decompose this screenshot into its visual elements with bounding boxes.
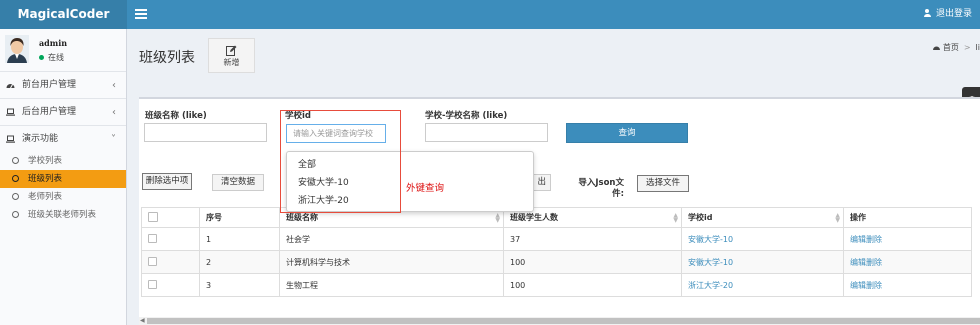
logout-label: 退出登录 xyxy=(935,9,972,19)
sidebar-subitem-label: 班级列表 xyxy=(28,174,63,184)
select-all-cell xyxy=(141,207,200,228)
cell-school-link[interactable]: 安徽大学-10 xyxy=(681,250,844,274)
cell-edit-delete-links[interactable]: 编辑删除 xyxy=(843,250,972,274)
user-status: 在线 xyxy=(39,52,64,63)
sidebar-subitem-class-teacher-list[interactable]: 班级关联老师列表 xyxy=(0,206,126,224)
logout-link[interactable]: 退出登录 xyxy=(923,0,972,29)
sidebar-subitem-class-list[interactable]: 班级列表 xyxy=(0,170,126,188)
sort-icon: ▲ ▼ xyxy=(495,212,500,224)
dropdown-option-zhejiang[interactable]: 浙江大学-20 xyxy=(287,192,533,210)
query-button[interactable]: 查询 xyxy=(566,123,688,143)
sidebar-subitem-label: 班级关联老师列表 xyxy=(28,210,97,220)
add-button-label: 新增 xyxy=(223,58,240,67)
column-header-school-id[interactable]: 学校id ▲ ▼ xyxy=(681,207,844,228)
class-list-box: 班级名称 (like) 学校id 请输入关键词查询学校 学校-学校名称 (lik… xyxy=(139,97,980,325)
cell-edit-delete-links[interactable]: 编辑删除 xyxy=(843,227,972,251)
clear-data-button[interactable]: 清空数据 xyxy=(212,174,264,191)
scrollbar-thumb[interactable] xyxy=(147,318,980,324)
column-header-actions: 操作 xyxy=(843,207,972,228)
select-all-checkbox[interactable] xyxy=(148,211,158,222)
sidebar-item-frontend-users[interactable]: 前台用户管理 ‹ xyxy=(0,71,126,98)
delete-selected-button[interactable]: 删除选中项 xyxy=(142,173,192,190)
cell-class-name: 计算机科学与技术 xyxy=(279,250,504,274)
chevron-left-icon: ‹ xyxy=(112,80,116,91)
dashboard-icon xyxy=(932,46,940,50)
user-panel: admin 在线 xyxy=(0,29,126,71)
sidebar-item-label: 后台用户管理 xyxy=(22,107,77,117)
hamburger-menu-icon[interactable] xyxy=(135,9,147,19)
class-name-filter-label: 班级名称 (like) xyxy=(145,111,207,121)
column-header-index[interactable]: 序号 xyxy=(199,207,280,228)
scroll-left-arrow-icon[interactable]: ◀ xyxy=(140,318,145,324)
row-checkbox[interactable] xyxy=(148,233,157,243)
circle-icon xyxy=(12,211,19,218)
circle-icon xyxy=(12,157,19,164)
sidebar-subitem-teacher-list[interactable]: 老师列表 xyxy=(0,188,126,206)
user-name: admin xyxy=(39,38,68,48)
sort-icon: ▲ ▼ xyxy=(835,212,840,224)
user-icon xyxy=(923,9,931,17)
cell-index: 2 xyxy=(199,250,280,274)
horizontal-scrollbar[interactable]: ◀ xyxy=(139,317,980,325)
cell-student-count: 100 xyxy=(503,273,682,297)
avatar xyxy=(5,35,29,63)
breadcrumb-home[interactable]: 首页 xyxy=(943,43,959,52)
breadcrumb-current: li xyxy=(975,43,980,52)
circle-icon xyxy=(12,175,19,182)
foreign-key-query-annotation: 外键查询 xyxy=(406,183,445,194)
sidebar-item-label: 演示功能 xyxy=(22,134,59,144)
cell-class-name: 生物工程 xyxy=(279,273,504,297)
circle-icon xyxy=(12,193,19,200)
table-row: 2 计算机科学与技术 100 安徽大学-10 编辑删除 xyxy=(141,250,972,274)
sidebar: admin 在线 前台用户管理 ‹ 后台用户管理 ‹ 演示功能 ˅ 学校列表 班… xyxy=(0,29,127,325)
school-id-filter-label: 学校id xyxy=(285,111,311,121)
sidebar-subitem-label: 老师列表 xyxy=(28,192,63,202)
online-dot-icon xyxy=(39,55,44,60)
class-name-input[interactable] xyxy=(144,123,267,142)
cell-student-count: 100 xyxy=(503,250,682,274)
page-title: 班级列表 xyxy=(139,50,195,66)
school-name-filter-label: 学校-学校名称 (like) xyxy=(425,111,508,121)
table-row: 1 社会学 37 安徽大学-10 编辑删除 xyxy=(141,227,972,251)
laptop-icon xyxy=(6,135,15,143)
cell-index: 1 xyxy=(199,227,280,251)
sidebar-subitem-label: 学校列表 xyxy=(28,156,63,166)
dropdown-option-all[interactable]: 全部 xyxy=(287,156,533,174)
add-button[interactable]: 新增 xyxy=(208,38,255,73)
cell-student-count: 37 xyxy=(503,227,682,251)
cell-index: 3 xyxy=(199,273,280,297)
import-json-label: 导入Json文件: xyxy=(578,178,624,199)
table-header-row: 序号 班级名称 ▲ ▼ 班级学生人数 ▲ ▼ 学校id ▲ ▼ 操作 xyxy=(141,207,972,228)
sidebar-item-demo[interactable]: 演示功能 ˅ xyxy=(0,125,126,152)
dashboard-icon xyxy=(6,84,15,89)
cell-class-name: 社会学 xyxy=(279,227,504,251)
choose-file-button[interactable]: 选择文件 xyxy=(637,175,689,192)
breadcrumb: 首页 > li xyxy=(932,42,980,53)
laptop-icon xyxy=(6,108,15,116)
cell-school-link[interactable]: 安徽大学-10 xyxy=(681,227,844,251)
cell-edit-delete-links[interactable]: 编辑删除 xyxy=(843,273,972,297)
school-name-input[interactable] xyxy=(425,123,548,142)
cell-school-link[interactable]: 浙江大学-20 xyxy=(681,273,844,297)
chevron-down-icon: ˅ xyxy=(111,134,116,145)
top-navbar: 退出登录 xyxy=(127,0,980,29)
school-id-search-input[interactable]: 请输入关键词查询学校 xyxy=(286,124,386,143)
row-checkbox[interactable] xyxy=(148,256,157,266)
sidebar-item-backend-users[interactable]: 后台用户管理 ‹ xyxy=(0,98,126,125)
sidebar-subitem-school-list[interactable]: 学校列表 xyxy=(0,152,126,170)
chevron-left-icon: ‹ xyxy=(112,107,116,118)
user-status-label: 在线 xyxy=(48,53,64,62)
table-row: 3 生物工程 100 浙江大学-20 编辑删除 xyxy=(141,273,972,297)
sort-icon: ▲ ▼ xyxy=(673,212,678,224)
row-checkbox[interactable] xyxy=(148,279,157,289)
sidebar-item-label: 前台用户管理 xyxy=(22,80,77,90)
class-table: 序号 班级名称 ▲ ▼ 班级学生人数 ▲ ▼ 学校id ▲ ▼ 操作 1 社会学 37 安徽… xyxy=(141,207,972,297)
breadcrumb-separator: > xyxy=(963,43,971,52)
app-logo[interactable]: MagicalCoder xyxy=(0,0,127,29)
content-header: 班级列表 新增 首页 > li xyxy=(128,29,980,89)
edit-icon xyxy=(226,45,237,56)
